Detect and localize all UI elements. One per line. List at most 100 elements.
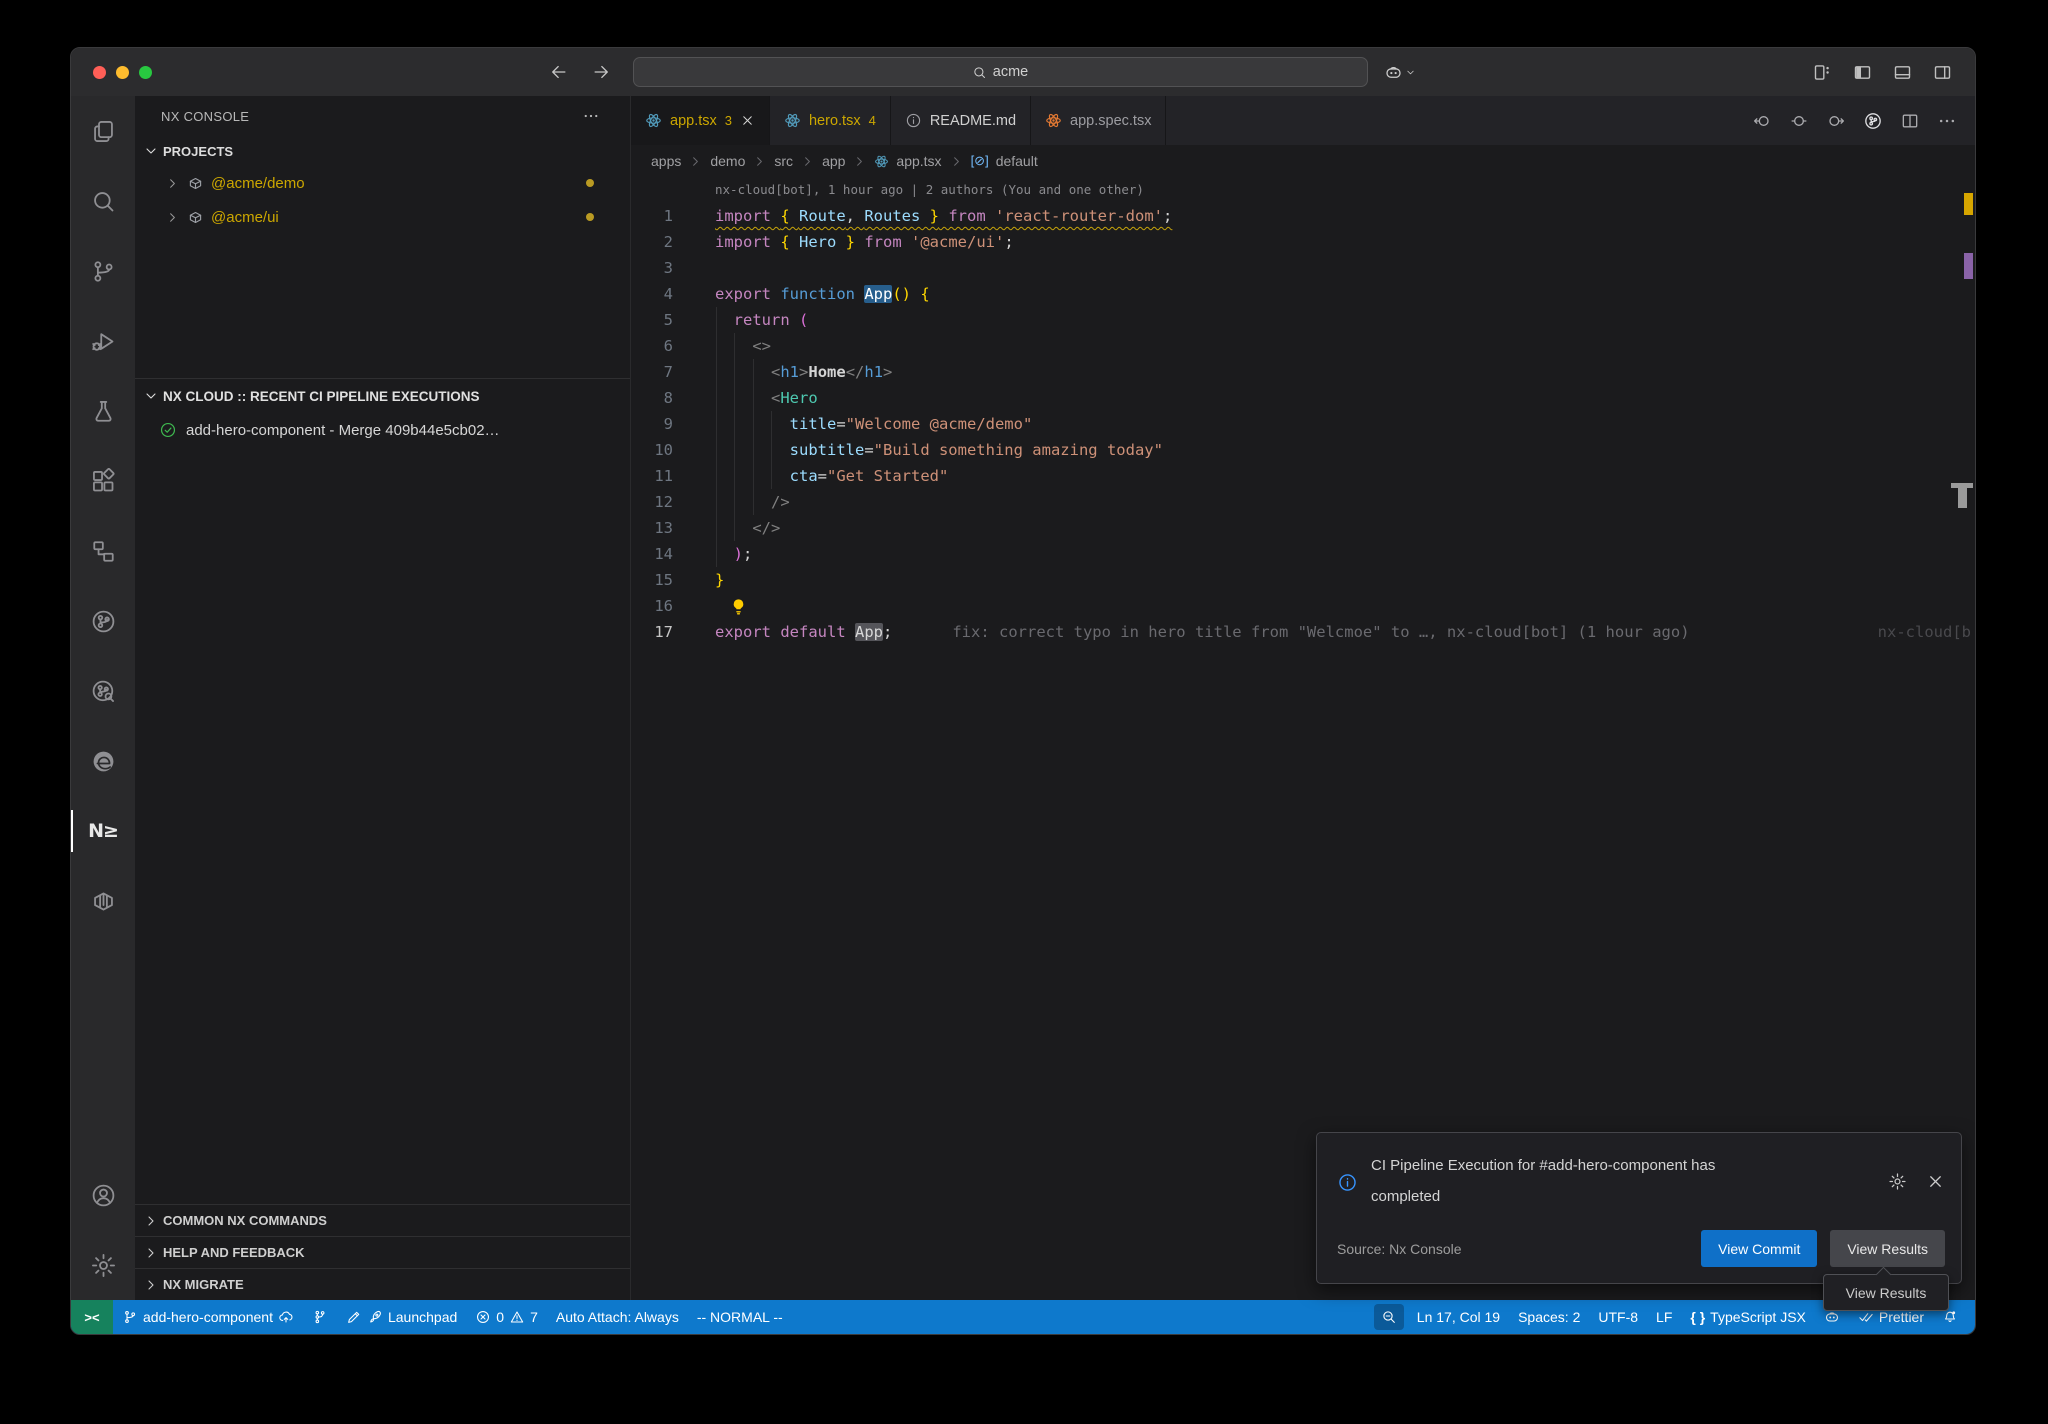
activity-bar-item-containers[interactable] [71,866,135,936]
file-icon [1045,112,1062,129]
code-line[interactable]: 5 return ( [631,307,1975,333]
toggle-primary-sidebar-icon[interactable] [1852,62,1873,83]
code-line[interactable]: 8 <Hero [631,385,1975,411]
chevron-down-icon [143,143,159,159]
breadcrumb-file[interactable]: app.tsx [896,153,941,169]
nav-forward-icon[interactable] [591,62,611,82]
chevron-down-icon [143,388,159,404]
code-line[interactable]: 4export function App() { [631,281,1975,307]
code-line[interactable]: 11 cta="Get Started" [631,463,1975,489]
status-item-zoom-indicator[interactable] [1374,1304,1404,1330]
code-line[interactable]: 16 [631,593,1975,619]
breadcrumb-item[interactable]: demo [710,153,745,169]
source-control-icon [90,258,117,285]
close-icon[interactable] [1926,1150,1945,1212]
overview-ruler-cursor-mark [1958,488,1967,508]
status-item-language-mode[interactable]: { }TypeScript JSX [1681,1300,1815,1334]
code-line[interactable]: 15} [631,567,1975,593]
view-commit-button[interactable]: View Commit [1701,1230,1817,1267]
sidebar-section-common-nx-commands[interactable]: COMMON NX COMMANDS [135,1204,630,1236]
activity-bar-item-accounts[interactable] [71,1160,135,1230]
code-line[interactable]: 3 [631,255,1975,281]
project-row[interactable]: @acme/ui [135,200,630,234]
status-item-launchpad[interactable]: Launchpad [337,1300,466,1334]
projects-section-header[interactable]: PROJECTS [135,136,630,166]
status-label: -- NORMAL -- [697,1309,783,1325]
maximize-window-button[interactable] [139,66,152,79]
status-item-indentation[interactable]: Spaces: 2 [1509,1300,1589,1334]
code-line[interactable]: 6 <> [631,333,1975,359]
tab-README.md[interactable]: README.md [891,96,1031,145]
gitlens-graph-icon[interactable] [1863,111,1883,131]
status-item-cursor-position[interactable]: Ln 17, Col 19 [1408,1300,1509,1334]
status-item-git-graph[interactable] [303,1300,337,1334]
activity-bar-item-explorer[interactable] [71,96,135,166]
tab-app.spec.tsx[interactable]: app.spec.tsx [1031,96,1166,145]
code-line[interactable]: 14 ); [631,541,1975,567]
activity-bar-item-gitlens-inspect[interactable] [71,656,135,726]
toggle-panel-icon[interactable] [1892,62,1913,83]
code-line[interactable]: 13 </> [631,515,1975,541]
line-number: 3 [631,255,673,281]
status-item-auto-attach[interactable]: Auto Attach: Always [547,1300,688,1334]
status-bar: >< add-hero-component Launchpad07Auto Att… [71,1300,1975,1334]
more-actions-icon[interactable] [582,107,600,125]
breadcrumb-symbol[interactable]: default [996,153,1038,169]
status-item-encoding[interactable]: UTF-8 [1589,1300,1647,1334]
activity-bar-item-testing[interactable] [71,376,135,446]
status-item-eol[interactable]: LF [1647,1300,1681,1334]
code-line[interactable]: 10 subtitle="Build something amazing tod… [631,437,1975,463]
split-editor-icon[interactable] [1900,111,1920,131]
breadcrumb-separator-icon [949,154,964,169]
view-results-button[interactable]: View Results [1830,1230,1945,1267]
command-center-search[interactable]: acme [633,57,1368,87]
activity-bar-item-nx-console[interactable]: N≥ [71,796,135,866]
tab-app.tsx[interactable]: app.tsx3 [631,96,770,145]
code-line[interactable]: 7 <h1>Home</h1> [631,359,1975,385]
zoom-out-icon [1381,1309,1397,1325]
activity-bar-item-run-debug[interactable] [71,306,135,376]
customize-layout-icon[interactable] [1812,62,1833,83]
codelens-blame[interactable]: nx-cloud[bot], 1 hour ago | 2 authors (Y… [631,177,1975,203]
code-line[interactable]: 12 /> [631,489,1975,515]
activity-bar-item-source-control[interactable] [71,236,135,306]
line-number: 9 [631,411,673,437]
close-icon[interactable] [740,113,755,128]
tab-hero.tsx[interactable]: hero.tsx4 [770,96,891,145]
minimize-window-button[interactable] [116,66,129,79]
activity-bar-item-gitlens[interactable] [71,586,135,656]
breadcrumb-item[interactable]: apps [651,153,681,169]
nx-cloud-section-header[interactable]: NX CLOUD :: RECENT CI PIPELINE EXECUTION… [135,379,630,413]
pipeline-execution-item[interactable]: add-hero-component - Merge 409b44e5cb02… [135,413,630,447]
status-item-problems[interactable]: 07 [466,1300,547,1334]
lightbulb-icon[interactable] [729,597,748,616]
code-line[interactable]: 1import { Route, Routes } from 'react-ro… [631,203,1975,229]
nav-back-icon[interactable] [549,62,569,82]
activity-bar-item-edge-tools[interactable] [71,726,135,796]
remote-indicator[interactable]: >< [71,1300,113,1334]
code-line[interactable]: 17export default App;fix: correct typo i… [631,619,1975,645]
status-label: Prettier [1879,1309,1924,1325]
line-number: 7 [631,359,673,385]
breadcrumb-item[interactable]: app [822,153,845,169]
more-actions-icon[interactable] [1937,111,1957,131]
sidebar-section-help-and-feedback[interactable]: HELP AND FEEDBACK [135,1236,630,1268]
activity-bar-item-settings[interactable] [71,1230,135,1300]
activity-bar-item-search[interactable] [71,166,135,236]
sidebar-section-nx-migrate[interactable]: NX MIGRATE [135,1268,630,1300]
project-row[interactable]: @acme/demo [135,166,630,200]
breadcrumb-item[interactable]: src [774,153,793,169]
activity-bar-item-workspaces[interactable] [71,516,135,586]
close-window-button[interactable] [93,66,106,79]
status-item-git-branch[interactable]: add-hero-component [113,1300,303,1334]
code-line[interactable]: 9 title="Welcome @acme/demo" [631,411,1975,437]
status-item-vim-mode[interactable]: -- NORMAL -- [688,1300,792,1334]
activity-bar-item-extensions[interactable] [71,446,135,516]
code-line[interactable]: 2import { Hero } from '@acme/ui'; [631,229,1975,255]
copilot-menu[interactable] [1384,63,1416,82]
annotation-current-icon[interactable] [1789,111,1809,131]
annotation-forward-icon[interactable] [1826,111,1846,131]
notification-settings-icon[interactable] [1888,1150,1907,1212]
toggle-secondary-sidebar-icon[interactable] [1932,62,1953,83]
annotation-back-icon[interactable] [1752,111,1772,131]
